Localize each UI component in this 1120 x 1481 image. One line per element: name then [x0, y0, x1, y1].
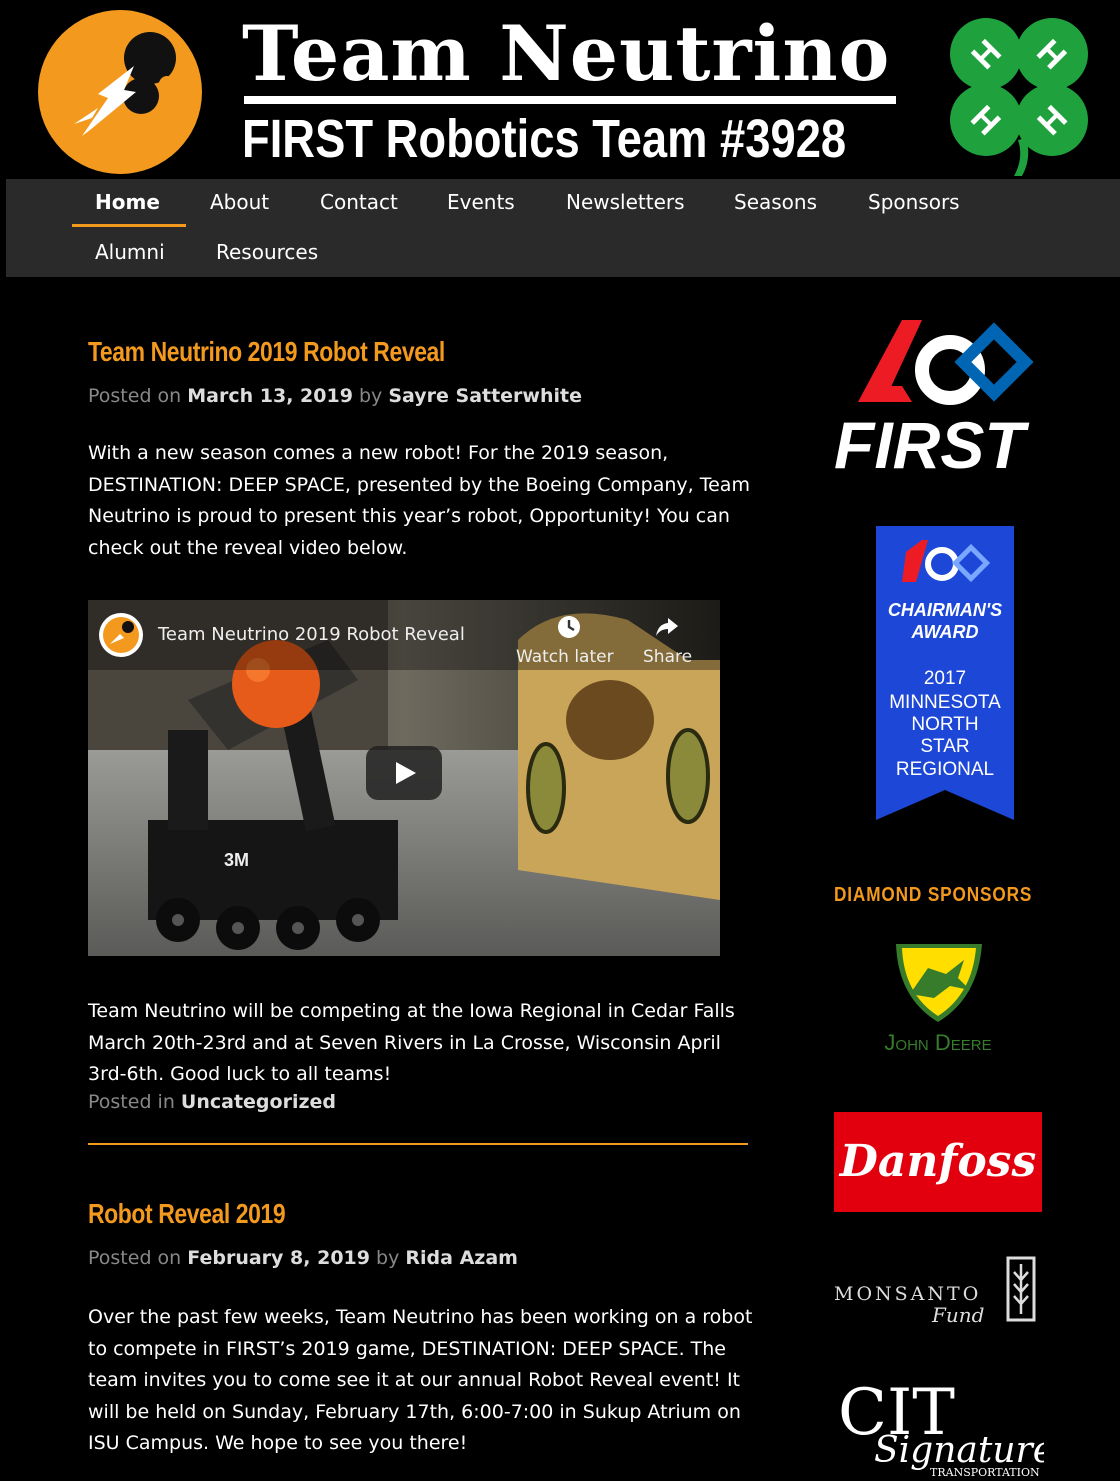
nav-active-indicator — [72, 224, 186, 227]
post-author-link[interactable]: Sayre Satterwhite — [388, 385, 582, 407]
share-icon[interactable] — [654, 614, 680, 640]
post-date-link[interactable]: February 8, 2019 — [187, 1247, 370, 1269]
video-title[interactable]: Team Neutrino 2019 Robot Reveal — [158, 624, 465, 645]
nav-contact[interactable]: Contact — [320, 190, 398, 214]
nav-resources[interactable]: Resources — [216, 240, 318, 264]
posted-on-label: Posted on — [88, 385, 182, 407]
category-link[interactable]: Uncategorized — [181, 1091, 336, 1113]
share-button[interactable]: Share — [643, 647, 692, 667]
award-line-3: STAR — [920, 736, 969, 757]
nav-seasons[interactable]: Seasons — [734, 190, 817, 214]
post-date-link[interactable]: March 13, 2019 — [187, 385, 353, 407]
post-title-link[interactable]: Team Neutrino 2019 Robot Reveal — [88, 336, 445, 368]
play-button-icon[interactable] — [366, 746, 442, 800]
post-meta: Posted on March 13, 2019 by Sayre Satter… — [88, 385, 582, 407]
transportation-text: TRANSPORTATION — [930, 1466, 1040, 1479]
nav-about[interactable]: About — [210, 190, 269, 214]
posted-in-label: Posted in — [88, 1091, 175, 1113]
john-deere-text: John Deere — [884, 1030, 991, 1055]
award-title-line1: CHAIRMAN'S — [888, 600, 1002, 620]
site-header: Team Neutrino FIRST Robotics Team #3928 … — [0, 0, 1120, 178]
post-title-link[interactable]: Robot Reveal 2019 — [88, 1198, 286, 1230]
site-subtitle: FIRST Robotics Team #3928 — [242, 109, 847, 169]
channel-avatar[interactable] — [98, 612, 144, 658]
danfoss-logo[interactable]: Danfoss — [834, 1112, 1042, 1212]
title-divider — [244, 96, 896, 104]
site-title: Team Neutrino — [242, 9, 891, 98]
nav-alumni[interactable]: Alumni — [95, 240, 165, 264]
post-paragraph: With a new season comes a new robot! For… — [88, 442, 750, 559]
award-line-2: NORTH — [911, 714, 978, 735]
first-logo-text: FIRST — [834, 408, 1029, 478]
post-category-meta: Posted in Uncategorized — [88, 1091, 336, 1113]
award-line-1: MINNESOTA — [889, 692, 1001, 713]
john-deere-logo[interactable]: John Deere — [850, 938, 1026, 1058]
post-paragraph: Over the past few weeks, Team Neutrino h… — [88, 1306, 753, 1455]
award-year: 2017 — [924, 668, 966, 689]
monsanto-text: MONSANTO — [834, 1283, 981, 1305]
post-meta: Posted on February 8, 2019 by Rida Azam — [88, 1247, 518, 1269]
by-label: by — [376, 1247, 400, 1269]
post-paragraph: Team Neutrino will be competing at the I… — [88, 1000, 735, 1086]
4h-clover-logo[interactable]: H H H H — [934, 8, 1104, 178]
post-divider — [88, 1143, 748, 1145]
award-title-line2: AWARD — [911, 622, 979, 642]
by-label: by — [358, 385, 383, 407]
posted-on-label: Posted on — [88, 1247, 182, 1269]
monsanto-fund-logo[interactable]: MONSANTO Fund — [832, 1250, 1044, 1330]
post-author-link[interactable]: Rida Azam — [405, 1247, 518, 1269]
award-line-4: REGIONAL — [896, 759, 994, 780]
danfoss-text: Danfoss — [838, 1136, 1036, 1187]
watch-later-button[interactable]: Watch later — [516, 647, 614, 667]
nav-events[interactable]: Events — [447, 190, 515, 214]
video-embed[interactable]: 3M Team Neutrino 2019 Robot Reveal Watch… — [88, 600, 720, 956]
nav-home[interactable]: Home — [95, 190, 160, 214]
diamond-sponsors-heading: DIAMOND SPONSORS — [834, 884, 1033, 906]
signature-text: Signature — [874, 1430, 1044, 1471]
nav-sponsors[interactable]: Sponsors — [868, 190, 960, 214]
first-logo[interactable]: FIRST — [832, 312, 1044, 478]
cit-signature-logo[interactable]: CIT Signature TRANSPORTATION — [834, 1370, 1044, 1481]
monsanto-fund-text: Fund — [931, 1303, 984, 1327]
clock-icon[interactable] — [556, 614, 582, 640]
chairmans-award-banner: CHAIRMAN'S AWARD 2017 MINNESOTA NORTH ST… — [876, 526, 1014, 820]
robot-3m-label: 3M — [224, 850, 250, 870]
nav-newsletters[interactable]: Newsletters — [566, 190, 685, 214]
team-neutrino-logo[interactable] — [38, 10, 202, 174]
